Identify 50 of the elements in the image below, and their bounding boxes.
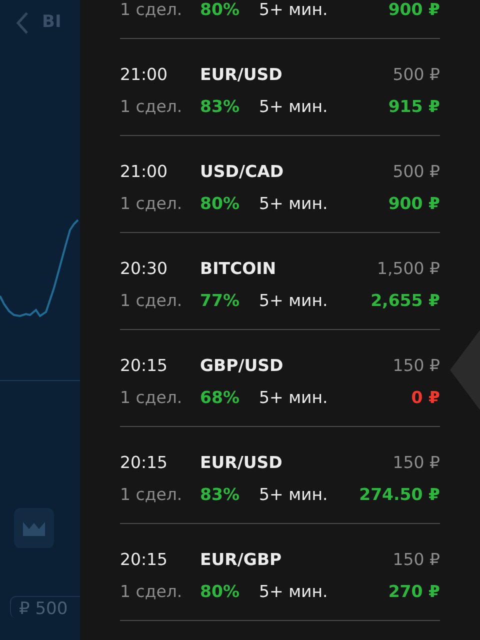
payout-percent: 77% [200, 291, 240, 310]
deal-count: 1 сдел. [120, 388, 182, 407]
chart-type-button[interactable] [14, 508, 54, 548]
stake-amount: 500 ₽ [392, 162, 440, 182]
stake-amount: 150 ₽ [392, 550, 440, 570]
trade-time: 20:15 [120, 453, 168, 472]
asset-pair: BITCOIN [200, 259, 276, 278]
back-icon[interactable] [16, 12, 28, 34]
payout-percent: 68% [200, 388, 240, 407]
duration: 5+ мин. [259, 582, 328, 601]
asset-pair: EUR/GBP [200, 550, 282, 569]
duration: 5+ мин. [259, 485, 328, 504]
trade-result: 2,655 ₽ [370, 291, 440, 311]
payout-percent: 80% [200, 0, 240, 19]
asset-pair: EUR/USD [200, 65, 282, 84]
trade-time: 20:15 [120, 356, 168, 375]
payout-percent: 80% [200, 194, 240, 213]
trade-time: 20:30 [120, 259, 168, 278]
stake-amount: 500 ₽ [392, 65, 440, 85]
area-chart-icon [23, 520, 45, 536]
trade-time: 21:00 [120, 65, 168, 84]
trade-result: 900 ₽ [388, 0, 440, 20]
asset-pair: USD/CAD [200, 162, 284, 181]
trade-result: 274.50 ₽ [359, 485, 440, 505]
duration: 5+ мин. [259, 388, 328, 407]
deal-count: 1 сдел. [120, 485, 182, 504]
trade-result: 915 ₽ [388, 97, 440, 117]
asset-pair: EUR/USD [200, 453, 282, 472]
duration: 5+ мин. [259, 291, 328, 310]
trade-result: 900 ₽ [388, 194, 440, 214]
payout-percent: 80% [200, 582, 240, 601]
stake-amount: 1,500 ₽ [377, 259, 440, 279]
deal-count: 1 сдел. [120, 97, 182, 116]
deal-count: 1 сдел. [120, 0, 182, 19]
trade-result: 0 ₽ [411, 388, 440, 408]
payout-percent: 83% [200, 485, 240, 504]
duration: 5+ мин. [259, 0, 328, 19]
stake-amount: 150 ₽ [392, 356, 440, 376]
trade-time: 20:15 [120, 550, 168, 569]
trade-time: 21:00 [120, 162, 168, 181]
stake-amount: 150 ₽ [392, 453, 440, 473]
asset-pair: GBP/USD [200, 356, 284, 375]
deal-count: 1 сдел. [120, 194, 182, 213]
payout-percent: 83% [200, 97, 240, 116]
deal-count: 1 сдел. [120, 582, 182, 601]
duration: 5+ мин. [259, 194, 328, 213]
deal-count: 1 сдел. [120, 291, 182, 310]
amount-field[interactable]: ₽ 500 [10, 596, 80, 618]
trade-result: 270 ₽ [388, 582, 440, 602]
duration: 5+ мин. [259, 97, 328, 116]
